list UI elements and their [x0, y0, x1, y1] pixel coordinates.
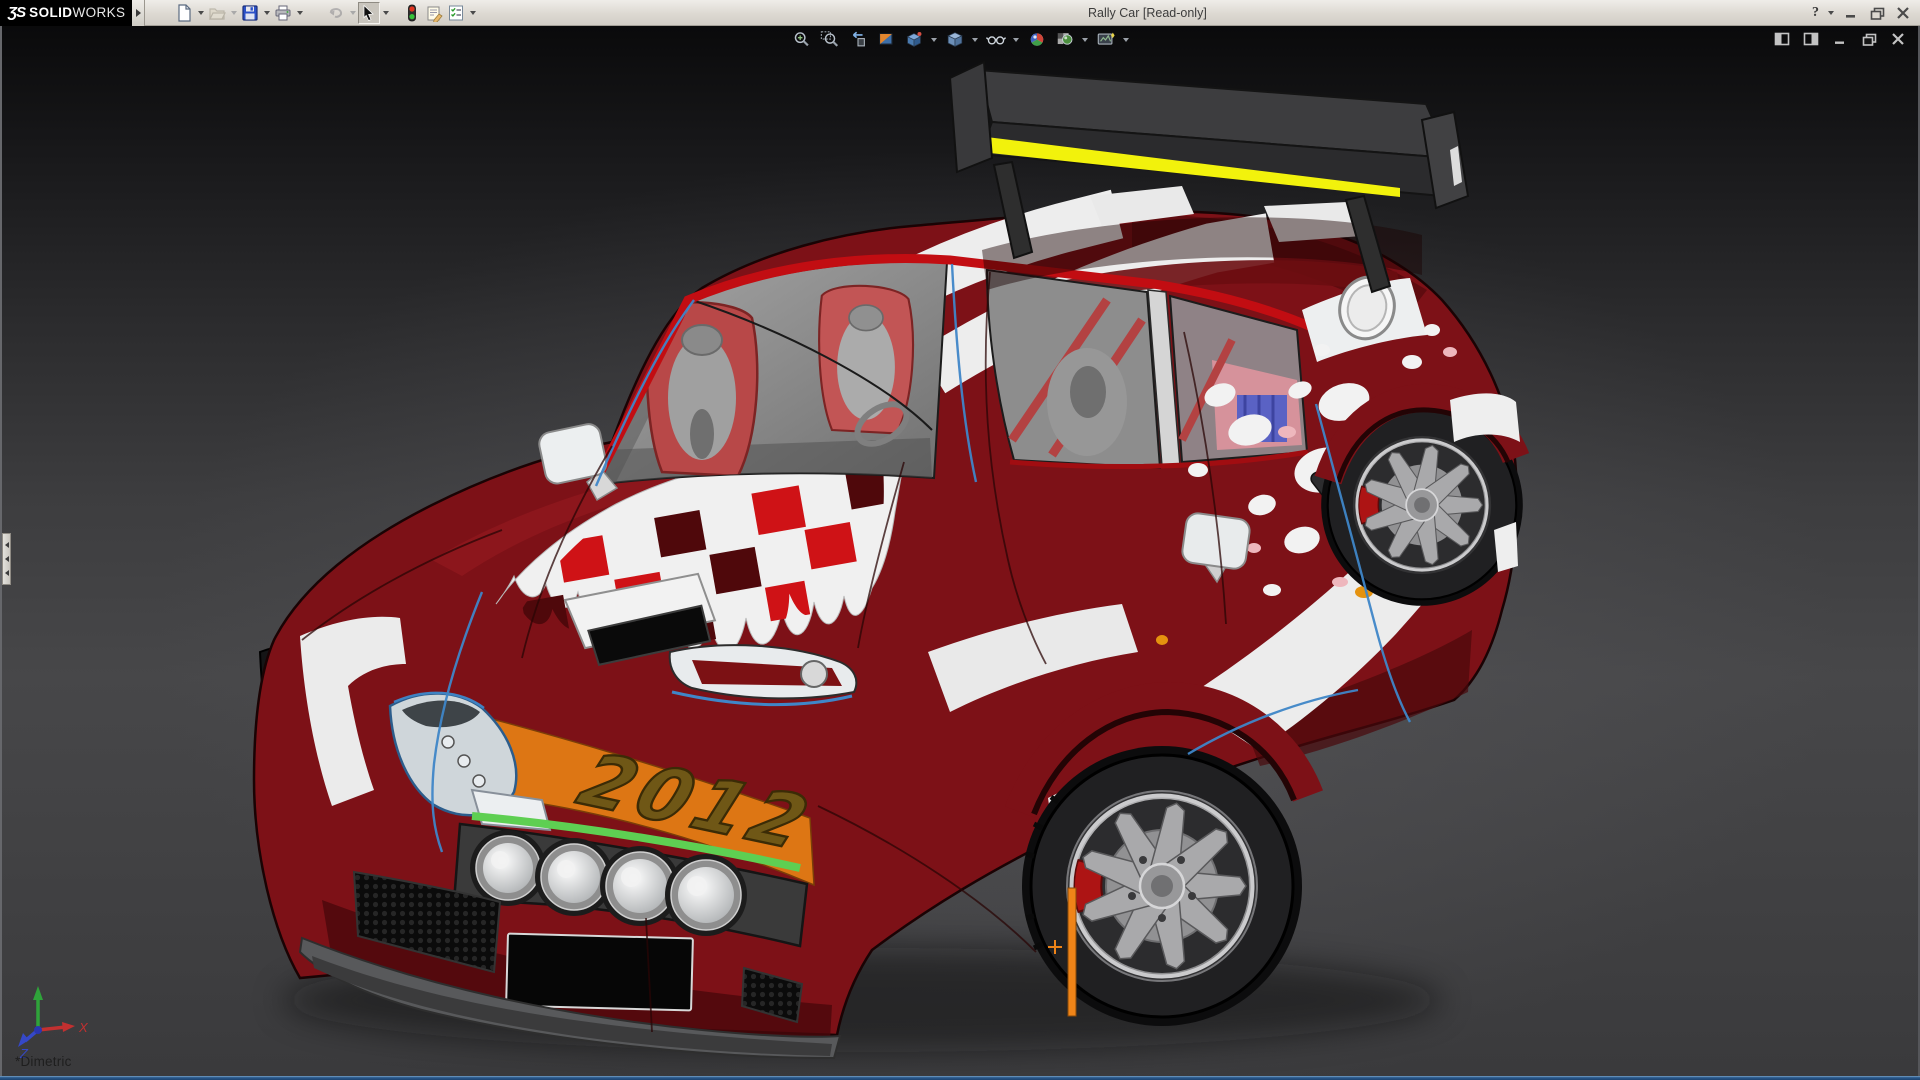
solidworks-logo-text: SOLIDWORKS	[29, 5, 125, 20]
section-view-button[interactable]	[873, 29, 898, 50]
pane-right-button[interactable]	[1801, 31, 1821, 47]
display-style-icon	[945, 30, 965, 49]
new-document-dropdown[interactable]	[195, 2, 206, 24]
undo-icon	[327, 4, 345, 22]
minimize-doc-icon	[1833, 33, 1847, 45]
view-orientation-button[interactable]	[901, 29, 926, 50]
close-app-button[interactable]	[1892, 3, 1914, 23]
close-icon	[1896, 7, 1910, 19]
view-settings-dropdown[interactable]	[1121, 29, 1131, 50]
solidworks-window: ƷS SOLIDWORKS	[0, 0, 1920, 1080]
collapse-arrow-icon	[5, 542, 9, 548]
collapse-arrow-icon	[5, 570, 9, 576]
window-bottom-edge[interactable]	[0, 1076, 1920, 1080]
license-plate[interactable]	[506, 934, 693, 1011]
collapse-arrow-icon	[5, 556, 9, 562]
apply-scene-icon	[1055, 30, 1075, 49]
view-orientation-dropdown[interactable]	[929, 29, 939, 50]
minimize-doc-button[interactable]	[1830, 31, 1850, 47]
display-style-button[interactable]	[942, 29, 967, 50]
graphics-area[interactable]: 2012	[0, 26, 1920, 1076]
zoom-to-area-icon	[820, 30, 840, 49]
undo-button[interactable]	[325, 2, 347, 24]
select-dropdown[interactable]	[380, 2, 391, 24]
hide-show-items-dropdown[interactable]	[1011, 29, 1021, 50]
close-doc-icon	[1891, 33, 1905, 45]
print-icon	[274, 4, 292, 22]
solidworks-logo: ƷS SOLIDWORKS	[0, 0, 132, 26]
wing-endplate-left	[950, 62, 992, 172]
new-document-button[interactable]	[173, 2, 195, 24]
previous-view-icon	[848, 30, 868, 49]
restore-icon	[1870, 7, 1885, 20]
svg-text:X: X	[78, 1020, 89, 1035]
save-dropdown[interactable]	[261, 2, 272, 24]
display-style-dropdown[interactable]	[970, 29, 980, 50]
view-orientation-label: *Dimetric	[15, 1054, 72, 1069]
pane-left-button[interactable]	[1772, 31, 1792, 47]
triad-x-axis: X	[38, 1020, 89, 1035]
open-button[interactable]	[206, 2, 228, 24]
rebuild-traffic-light-icon	[403, 4, 421, 22]
restore-app-button[interactable]	[1866, 3, 1888, 23]
menu-flyout-arrow[interactable]	[132, 0, 145, 26]
edit-appearance-icon	[1027, 30, 1047, 49]
previous-view-button[interactable]	[845, 29, 870, 50]
options-icon	[447, 4, 465, 22]
racing-seat-right	[819, 286, 913, 434]
view-orientation-icon	[904, 30, 924, 49]
zoom-to-fit-button[interactable]	[789, 29, 814, 50]
pane-right-icon	[1803, 32, 1819, 46]
rear-wing[interactable]	[950, 62, 1468, 292]
view-settings-icon	[1096, 30, 1116, 49]
help-button[interactable]: ?	[1810, 5, 1821, 21]
print-dropdown[interactable]	[294, 2, 305, 24]
window-title: Rally Car [Read-only]	[1088, 0, 1207, 26]
help-dropdown[interactable]	[1825, 2, 1836, 24]
new-document-icon	[175, 4, 193, 22]
apply-scene-dropdown[interactable]	[1080, 29, 1090, 50]
featuremanager-splitter-tab[interactable]	[2, 533, 11, 585]
window-controls: ?	[1810, 0, 1914, 26]
hide-show-items-button[interactable]	[983, 29, 1008, 50]
title-bar: ƷS SOLIDWORKS	[0, 0, 1920, 26]
flyout-arrow-icon	[136, 9, 141, 17]
edit-appearance-button[interactable]	[1024, 29, 1049, 50]
reference-triad[interactable]: X Z	[8, 964, 103, 1059]
zoom-to-fit-icon	[792, 30, 812, 49]
open-folder-icon	[208, 4, 226, 22]
undo-dropdown[interactable]	[347, 2, 358, 24]
options-button[interactable]	[445, 2, 467, 24]
hide-show-items-icon	[986, 30, 1006, 49]
file-properties-icon	[425, 4, 443, 22]
file-properties-button[interactable]	[423, 2, 445, 24]
open-dropdown[interactable]	[228, 2, 239, 24]
triad-y-axis	[33, 986, 43, 1030]
select-arrow-icon	[360, 4, 378, 22]
solidworks-logo-glyph: ƷS	[8, 4, 25, 21]
door-window[interactable]	[987, 270, 1160, 468]
minimize-icon	[1844, 7, 1858, 19]
pane-left-icon	[1774, 32, 1790, 46]
view-settings-button[interactable]	[1093, 29, 1118, 50]
model-render[interactable]: 2012	[2, 26, 1920, 1076]
headsup-view-toolbar	[789, 29, 1131, 50]
restore-doc-button[interactable]	[1859, 31, 1879, 47]
minimize-app-button[interactable]	[1840, 3, 1862, 23]
restore-doc-icon	[1862, 33, 1877, 46]
front-right-wheel[interactable]	[1022, 746, 1302, 1026]
save-icon	[241, 4, 259, 22]
select-button[interactable]	[358, 2, 380, 24]
options-dropdown[interactable]	[467, 2, 478, 24]
racing-seat-left	[647, 302, 757, 476]
close-doc-button[interactable]	[1888, 31, 1908, 47]
apply-scene-button[interactable]	[1052, 29, 1077, 50]
standard-toolbar	[173, 2, 478, 24]
save-button[interactable]	[239, 2, 261, 24]
section-view-icon	[876, 30, 896, 49]
print-button[interactable]	[272, 2, 294, 24]
zoom-to-area-button[interactable]	[817, 29, 842, 50]
document-window-controls	[1772, 31, 1908, 47]
rebuild-button[interactable]	[401, 2, 423, 24]
